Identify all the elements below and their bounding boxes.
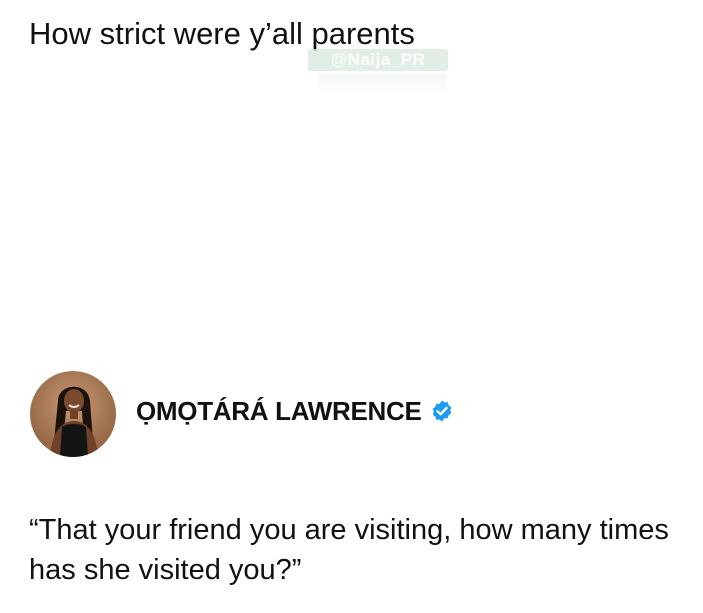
tweet-text: “That your friend you are visiting, how … [29,514,669,586]
watermark-fade [318,74,446,94]
profile-photo-icon [30,371,116,457]
avatar[interactable] [30,371,116,457]
tweet-author-row: ỌMỌTÁRÁ LAWRENCE [30,370,454,458]
watermark: @Naija_PR [308,49,448,71]
author-name[interactable]: ỌMỌTÁRÁ LAWRENCE [136,396,422,427]
post-headline: How strict were y’all parents [29,16,415,51]
verified-badge-icon [432,400,451,422]
